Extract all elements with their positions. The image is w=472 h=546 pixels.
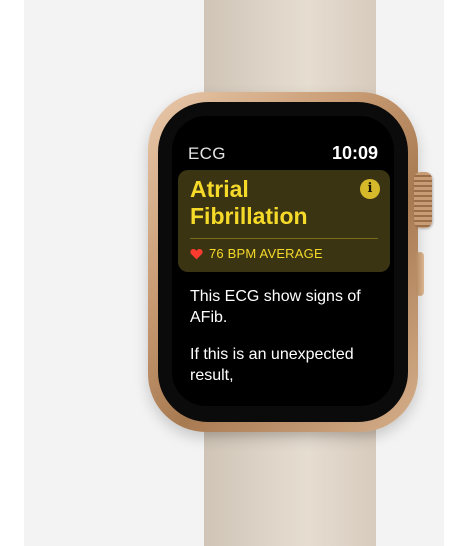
- bpm-average-label: 76 BPM AVERAGE: [209, 246, 323, 261]
- heart-icon: [190, 248, 203, 259]
- app-title: ECG: [188, 144, 226, 163]
- watch-screen: ECG 10:09 Atrial Fibrillation i 76 BPM A…: [172, 116, 394, 406]
- card-divider: [190, 238, 378, 239]
- afib-explanation-text: This ECG show signs of AFib.: [190, 288, 361, 326]
- info-button[interactable]: i: [360, 179, 380, 199]
- result-title: Atrial Fibrillation: [190, 176, 308, 229]
- watch-band-bottom: [204, 420, 376, 546]
- bpm-average-row: 76 BPM AVERAGE: [190, 246, 323, 261]
- digital-crown[interactable]: [414, 172, 432, 228]
- clock-time: 10:09: [331, 143, 378, 163]
- side-button[interactable]: [416, 252, 424, 296]
- info-icon: i: [367, 181, 373, 196]
- afib-result-card[interactable]: Atrial Fibrillation i 76 BPM AVERAGE: [178, 170, 390, 272]
- unexpected-result-text: If this is an unexpected result,: [190, 346, 354, 384]
